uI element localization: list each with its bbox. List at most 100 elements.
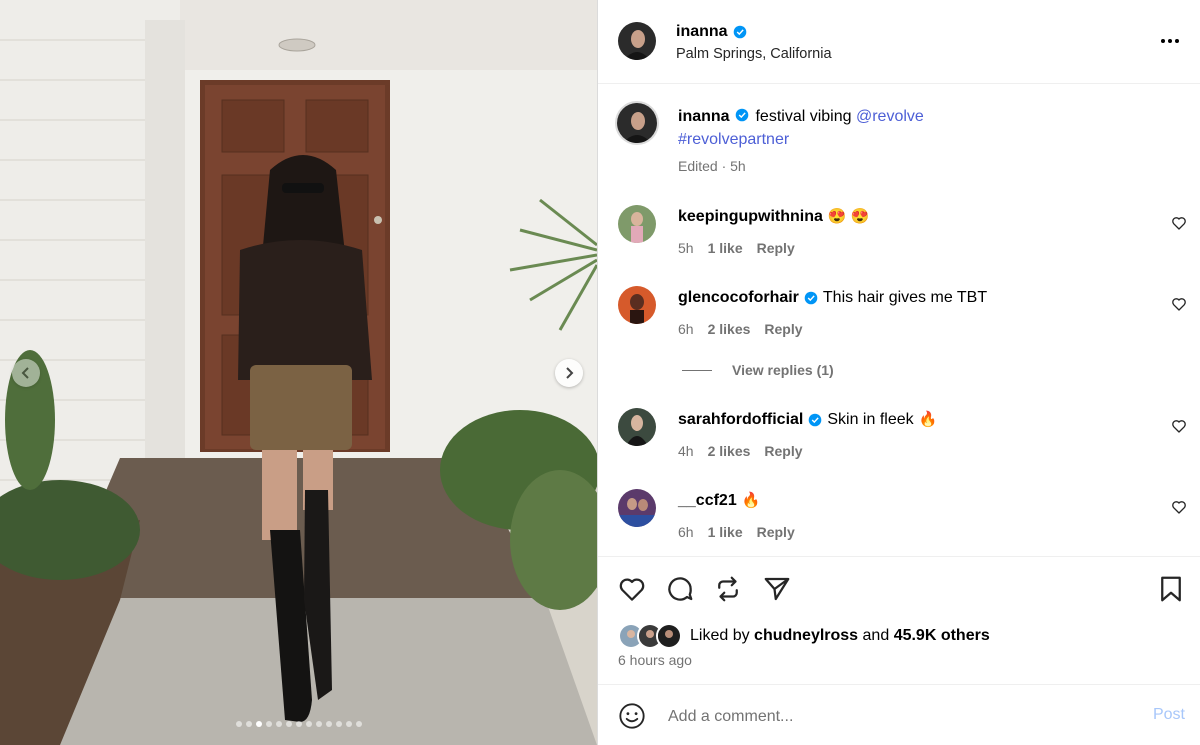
comment-like-heart-icon[interactable] — [1171, 215, 1187, 231]
liked-by-user[interactable]: chudneylross — [754, 627, 858, 645]
caption-text: festival vibing — [755, 108, 852, 125]
verified-badge-icon — [804, 291, 818, 305]
post-photo — [0, 0, 597, 745]
comment-text: Skin in fleek — [827, 411, 914, 428]
repost-icon[interactable] — [713, 574, 743, 604]
carousel-dot — [285, 721, 292, 727]
comment-item: __ccf21 🔥 6h 1 like Reply — [598, 489, 1200, 559]
carousel-dot — [275, 721, 282, 727]
caption-avatar[interactable] — [615, 101, 659, 145]
carousel-previous-button[interactable] — [12, 359, 40, 387]
comment-avatar[interactable] — [618, 489, 656, 527]
verified-badge-icon — [809, 413, 822, 427]
post-media[interactable] — [0, 0, 597, 745]
more-icon — [1161, 39, 1165, 43]
comment-body: __ccf21 🔥 — [678, 492, 760, 510]
author-username-text[interactable]: inanna — [676, 23, 728, 41]
comment-body: glencocoforhair This hair gives me TBT — [678, 289, 987, 307]
chevron-right-icon — [566, 367, 574, 379]
comment-item: glencocoforhair This hair gives me TBT 6… — [598, 286, 1200, 356]
comment-likes[interactable]: 1 like — [708, 240, 743, 256]
comment-likes[interactable]: 1 like — [708, 524, 743, 540]
add-comment-bar: Post — [598, 684, 1200, 745]
caption-mention-link[interactable]: @revolve — [856, 108, 924, 125]
carousel-dot — [295, 721, 302, 727]
comment-reply-button[interactable]: Reply — [764, 443, 802, 459]
comment-emoji: 🔥 — [918, 411, 938, 428]
comment-meta: 5h 1 like Reply — [678, 240, 795, 256]
view-replies-line — [682, 369, 712, 371]
carousel-dot — [265, 721, 272, 727]
liked-by-avatars — [618, 623, 682, 649]
more-options-button[interactable] — [1159, 31, 1181, 51]
more-icon-dot — [1168, 39, 1172, 43]
comment-meta: 6h 1 like Reply — [678, 524, 795, 540]
post-location[interactable]: Palm Springs, California — [676, 46, 832, 62]
comment-time: 6h — [678, 321, 694, 337]
comment-reply-button[interactable]: Reply — [757, 524, 795, 540]
bookmark-icon[interactable] — [1156, 574, 1186, 604]
caption-username[interactable]: inanna — [678, 108, 730, 125]
comment-meta: 4h 2 likes Reply — [678, 443, 803, 459]
comment-time: 6h — [678, 524, 694, 540]
liked-by-others[interactable]: 45.9K others — [894, 627, 990, 645]
carousel-dot — [245, 721, 252, 727]
carousel-dot — [335, 721, 342, 727]
comment-avatar[interactable] — [618, 286, 656, 324]
post-header: inanna Palm Springs, California — [598, 0, 1200, 84]
comment-icon[interactable] — [665, 574, 695, 604]
comment-likes[interactable]: 2 likes — [708, 321, 751, 337]
add-comment-input[interactable] — [666, 703, 1130, 731]
verified-badge-icon — [735, 108, 749, 122]
post-actions: Liked by chudneylross and 45.9K others 6… — [598, 556, 1200, 684]
comment-body: keepingupwithnina 😍 😍 — [678, 208, 869, 226]
caption-meta: Edited · 5h — [678, 158, 746, 174]
view-replies-button[interactable]: View replies (1) — [682, 362, 834, 378]
comment-time: 5h — [678, 240, 694, 256]
post-timestamp[interactable]: 6 hours ago — [618, 652, 692, 668]
comment-emoji: 😍 😍 — [827, 208, 870, 225]
comment-username[interactable]: __ccf21 — [678, 492, 737, 510]
emoji-icon[interactable] — [618, 702, 646, 730]
carousel-next-button[interactable] — [555, 359, 583, 387]
post-comment-button[interactable]: Post — [1153, 706, 1185, 724]
comment-item: keepingupwithnina 😍 😍 5h 1 like Reply — [598, 205, 1200, 275]
verified-badge-icon — [733, 25, 746, 39]
comment-like-heart-icon[interactable] — [1171, 296, 1187, 312]
comment-time: 4h — [678, 443, 694, 459]
comment-username[interactable]: glencocoforhair — [678, 289, 799, 307]
carousel-dot — [325, 721, 332, 727]
comment-avatar[interactable] — [618, 408, 656, 446]
heart-icon[interactable] — [617, 574, 647, 604]
view-replies-label[interactable]: View replies (1) — [732, 362, 834, 378]
liked-by-and: and — [862, 627, 890, 644]
comment-reply-button[interactable]: Reply — [757, 240, 795, 256]
carousel-dot — [255, 721, 262, 727]
caption-hashtag-link[interactable]: #revolvepartner — [678, 131, 789, 148]
comment-reply-button[interactable]: Reply — [764, 321, 802, 337]
author-username[interactable]: inanna — [676, 23, 747, 41]
liked-by-prefix: Liked by — [690, 627, 750, 644]
comment-item: sarahfordofficial Skin in fleek 🔥 4h 2 l… — [598, 408, 1200, 478]
chevron-left-icon — [21, 367, 29, 379]
author-avatar[interactable] — [618, 22, 656, 60]
carousel-dot — [355, 721, 362, 727]
comment-like-heart-icon[interactable] — [1171, 418, 1187, 434]
comment-body: sarahfordofficial Skin in fleek 🔥 — [678, 411, 937, 429]
comment-likes[interactable]: 2 likes — [708, 443, 751, 459]
share-icon[interactable] — [762, 574, 792, 604]
comment-username[interactable]: sarahfordofficial — [678, 411, 803, 429]
liker-avatar — [656, 623, 682, 649]
comment-avatar[interactable] — [618, 205, 656, 243]
comment-like-heart-icon[interactable] — [1171, 499, 1187, 515]
more-icon-dot — [1175, 39, 1179, 43]
comment-username[interactable]: keepingupwithnina — [678, 208, 823, 226]
liked-by-summary[interactable]: Liked by chudneylross and 45.9K others — [618, 623, 990, 649]
carousel-indicator — [0, 721, 597, 727]
post-caption: inanna festival vibing @revolve #revolve… — [678, 105, 1008, 151]
comment-meta: 6h 2 likes Reply — [678, 321, 803, 337]
comment-text: This hair gives me TBT — [822, 289, 988, 306]
carousel-dot — [345, 721, 352, 727]
carousel-dot — [305, 721, 312, 727]
post-detail-panel: inanna Palm Springs, California inanna f… — [597, 0, 1200, 745]
